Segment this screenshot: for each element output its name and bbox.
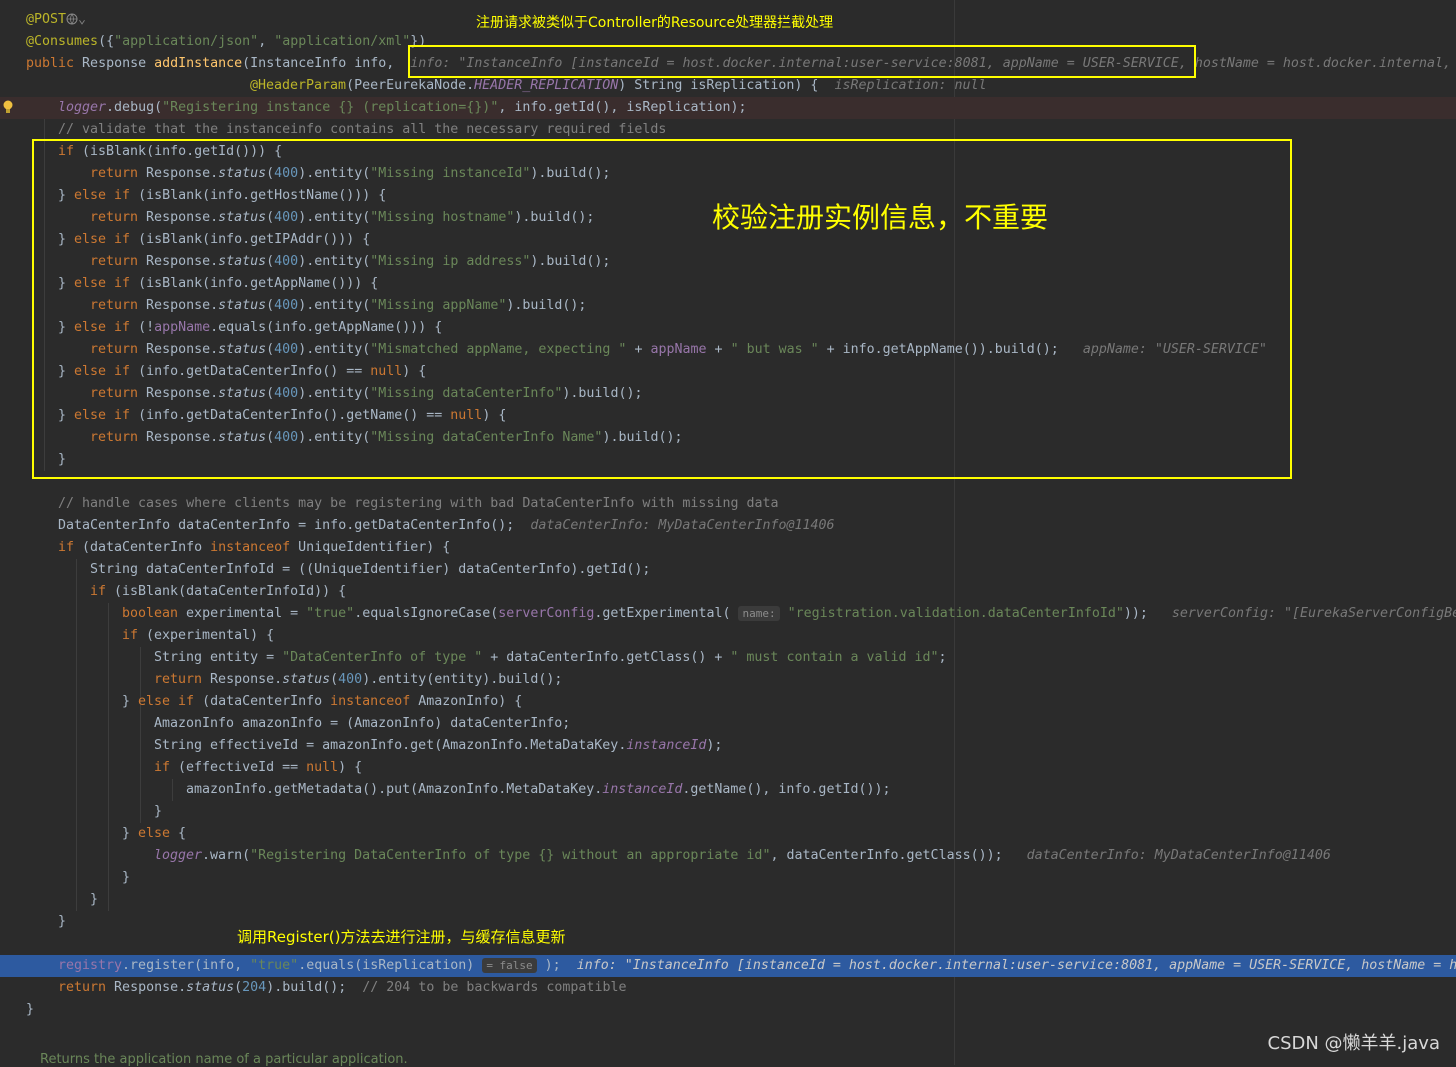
annotation-middle: 校验注册实例信息，不重要 xyxy=(712,201,1049,234)
indent-guide xyxy=(172,779,173,801)
indent-guide xyxy=(140,647,141,823)
code-line: } xyxy=(122,870,131,885)
code-line: } xyxy=(90,892,99,907)
code-line: if (dataCenterInfo instanceof UniqueIden… xyxy=(58,540,451,555)
code-line: return Response.status(400).entity(entit… xyxy=(154,672,563,687)
code-line: @POST ⌄ xyxy=(26,12,87,27)
code-line: AmazonInfo amazonInfo = (AmazonInfo) dat… xyxy=(154,716,571,731)
inline-hint-serverconfig: serverConfig: "[EurekaServerConfigBea xyxy=(1171,606,1456,621)
inline-hint-replication: isReplication: null xyxy=(834,78,987,93)
code-line: logger.warn("Registering DataCenterInfo … xyxy=(154,848,1331,863)
annotation-bottom: 调用Register()方法去进行注册，与缓存信息更新 xyxy=(237,928,566,946)
code-line: boolean experimental = "true".equalsIgno… xyxy=(122,603,1456,625)
code-line: DataCenterInfo dataCenterInfo = info.get… xyxy=(58,518,835,533)
lightbulb-icon[interactable] xyxy=(3,100,13,114)
globe-icon[interactable] xyxy=(66,13,78,25)
code-line: // handle cases where clients may be reg… xyxy=(58,496,779,511)
param-hint: name: xyxy=(738,606,780,621)
code-line: return Response.status(204).build(); // … xyxy=(58,980,627,995)
code-line: if (effectiveId == null) { xyxy=(154,760,363,775)
highlight-box-validation xyxy=(32,139,1292,479)
param-hint-false: = false xyxy=(482,958,537,973)
code-line: // validate that the instanceinfo contai… xyxy=(58,122,667,137)
code-line: } xyxy=(26,1002,35,1017)
indent-guide xyxy=(76,559,77,911)
code-line: String effectiveId = amazonInfo.get(Amaz… xyxy=(154,738,723,753)
inline-hint-dci: dataCenterInfo: MyDataCenterInfo@11406 xyxy=(530,518,835,533)
inline-hint-register: info: "InstanceInfo [instanceId = host.d… xyxy=(576,958,1456,973)
inline-hint-dci-2: dataCenterInfo: MyDataCenterInfo@11406 xyxy=(1026,848,1331,863)
code-line: } xyxy=(154,804,163,819)
editor-gutter[interactable] xyxy=(0,0,22,1065)
code-line: logger.debug("Registering instance {} (r… xyxy=(58,100,747,115)
code-line: @HeaderParam(PeerEurekaNode.HEADER_REPLI… xyxy=(250,78,987,93)
code-line: if (isBlank(dataCenterInfoId)) { xyxy=(90,584,347,599)
code-line: } else if (dataCenterInfo instanceof Ama… xyxy=(122,694,523,709)
code-line: String dataCenterInfoId = ((UniqueIdenti… xyxy=(90,562,651,577)
code-line: } xyxy=(58,914,67,929)
annotation-top: 注册请求被类似于Controller的Resource处理器拦截处理 xyxy=(476,15,834,31)
highlight-box-info xyxy=(408,45,1196,78)
code-line: } else { xyxy=(122,826,187,841)
indent-guide xyxy=(108,603,109,911)
watermark: CSDN @懒羊羊.java xyxy=(1267,1033,1440,1054)
code-line: if (experimental) { xyxy=(122,628,275,643)
code-line-execution: registry.register(info, "true".equals(is… xyxy=(58,955,1456,977)
code-line: String entity = "DataCenterInfo of type … xyxy=(154,650,947,665)
code-line: @Consumes({"application/json", "applicat… xyxy=(26,34,427,49)
code-line: amazonInfo.getMetadata().put(AmazonInfo.… xyxy=(186,782,891,797)
